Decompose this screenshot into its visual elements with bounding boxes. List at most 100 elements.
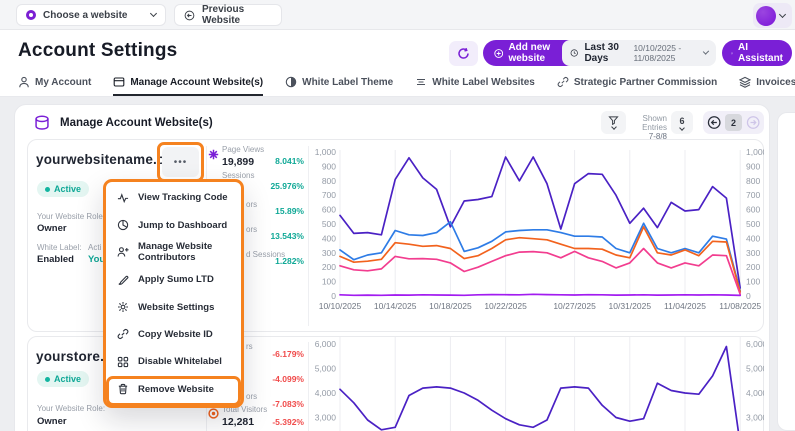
tab-label: Invoices [756,76,795,88]
tab-my-account[interactable]: My Account [18,70,91,96]
svg-text:4,000: 4,000 [315,388,337,398]
svg-text:700: 700 [746,190,760,200]
menu-item-apply-sumo-ltd[interactable]: Apply Sumo LTD [106,266,241,293]
menu-item-label: Apply Sumo LTD [138,274,214,286]
svg-text:200: 200 [322,262,336,272]
tab-strategic-partner-commission[interactable]: Strategic Partner Commission [557,70,717,96]
menu-item-website-settings[interactable]: Website Settings [106,294,241,321]
svg-text:10/14/2025: 10/14/2025 [374,301,417,311]
svg-text:10/10/2025: 10/10/2025 [319,301,362,311]
panel-title: Manage Account Website(s) [60,117,213,129]
chevron-down-icon [610,124,617,130]
svg-text:900: 900 [746,161,760,171]
role-value: Owner [37,223,67,234]
svg-text:3,000: 3,000 [746,413,764,423]
brush-icon [118,275,129,285]
menu-item-copy-website-id[interactable]: Copy Website ID [106,321,241,348]
link-icon [117,329,129,340]
svg-text:5,000: 5,000 [746,364,764,374]
filter-button[interactable] [601,111,626,134]
tab-white-label-theme[interactable]: White Label Theme [285,70,393,96]
white-label-value: Enabled [37,254,74,265]
ai-assistant-button[interactable]: AI Assistant [722,40,792,66]
svg-text:10/31/2025: 10/31/2025 [609,301,652,311]
svg-text:400: 400 [746,233,760,243]
dashboard-pie-icon [117,219,129,231]
stat-percent: 25.976% [270,181,304,191]
status-label: Active [54,184,82,194]
menu-item-disable-whitelabel[interactable]: Disable Whitelabel [106,348,241,375]
shown-entries-label: Shown Entries [642,114,667,132]
status-label: Active [54,374,82,384]
chevron-down-icon [778,10,787,18]
layers-icon [739,76,752,88]
svg-text:100: 100 [746,277,760,287]
avatar [756,5,776,26]
svg-text:100: 100 [322,277,336,287]
ai-assistant-label: AI Assistant [738,42,784,64]
dots-icon: ••• [173,156,188,168]
next-page-button-disabled[interactable] [746,115,760,130]
chain-icon [557,77,569,87]
tab-label: Manage Account Website(s) [130,76,264,88]
previous-website-label: Previous Website [201,4,245,26]
menu-item-view-tracking-code[interactable]: View Tracking Code [106,184,241,211]
svg-text:400: 400 [322,233,336,243]
page-title: Account Settings [18,40,178,61]
menu-item-manage-website-contributors[interactable]: Manage Website Contributors [106,239,241,266]
svg-text:800: 800 [746,176,760,186]
stat-percent: 8.041% [275,156,304,166]
website-dot-icon [26,10,36,20]
svg-text:0: 0 [746,291,751,301]
menu-item-remove-website[interactable]: Remove Website [106,376,241,403]
menu-item-label: Disable Whitelabel [138,356,222,368]
svg-text:300: 300 [746,248,760,258]
lines-icon [417,78,426,86]
website-context-menu: View Tracking Code Jump to Dashboard Man… [103,179,244,408]
tab-bar: My Account Manage Account Website(s) Whi… [0,70,795,97]
choose-website-dropdown[interactable]: Choose a website [16,4,166,26]
svg-text:10/22/2025: 10/22/2025 [484,301,527,311]
choose-website-label: Choose a website [43,9,128,21]
tab-white-label-websites[interactable]: White Label Websites [415,70,535,96]
role-value: Owner [37,416,67,427]
plus-circle-icon [494,48,504,58]
tab-label: Strategic Partner Commission [573,76,718,88]
chevron-down-icon [149,9,158,18]
menu-item-jump-to-dashboard[interactable]: Jump to Dashboard [106,212,241,239]
stat-percent: -4.099% [272,374,304,384]
user-icon [19,76,29,88]
menu-item-label: Copy Website ID [138,328,213,340]
svg-text:700: 700 [322,190,336,200]
user-plus-icon [117,247,129,258]
svg-text:500: 500 [746,219,760,229]
svg-text:0: 0 [331,291,336,301]
status-badge: Active [37,181,90,197]
tab-manage-account-websites[interactable]: Manage Account Website(s) [113,70,264,96]
status-dot-icon [45,376,50,382]
tab-invoices[interactable]: Invoices [739,70,795,96]
role-label: Your Website Role: [37,404,106,413]
svg-text:11/08/2025: 11/08/2025 [719,301,761,311]
svg-text:300: 300 [322,248,336,258]
chevron-down-icon [679,124,685,131]
dots-menu-button[interactable]: ••• [162,147,199,177]
svg-text:800: 800 [322,176,336,186]
total-visitors-icon [208,408,219,419]
user-menu[interactable] [753,3,792,28]
pagination: 2 [703,111,764,134]
per-page-dropdown[interactable]: 6 [671,111,693,134]
svg-text:200: 200 [746,262,760,272]
refresh-button[interactable] [449,41,478,66]
prev-page-button[interactable] [707,115,721,130]
previous-website-button[interactable]: Previous Website [174,4,282,26]
date-range-picker[interactable]: Last 30 Days 10/10/2025 - 11/08/2025 [562,40,716,66]
range-dates: 10/10/2025 - 11/08/2025 [633,43,682,63]
current-page[interactable]: 2 [725,114,742,131]
svg-text:5,000: 5,000 [315,364,337,374]
svg-text:600: 600 [322,205,336,215]
browser-icon [113,77,125,87]
tab-label: White Label Websites [432,76,535,88]
traffic-line-chart-1: 10/10/2025 10/14/2025 10/18/2025 10/22/2025… [315,147,764,311]
svg-text:900: 900 [322,161,336,171]
